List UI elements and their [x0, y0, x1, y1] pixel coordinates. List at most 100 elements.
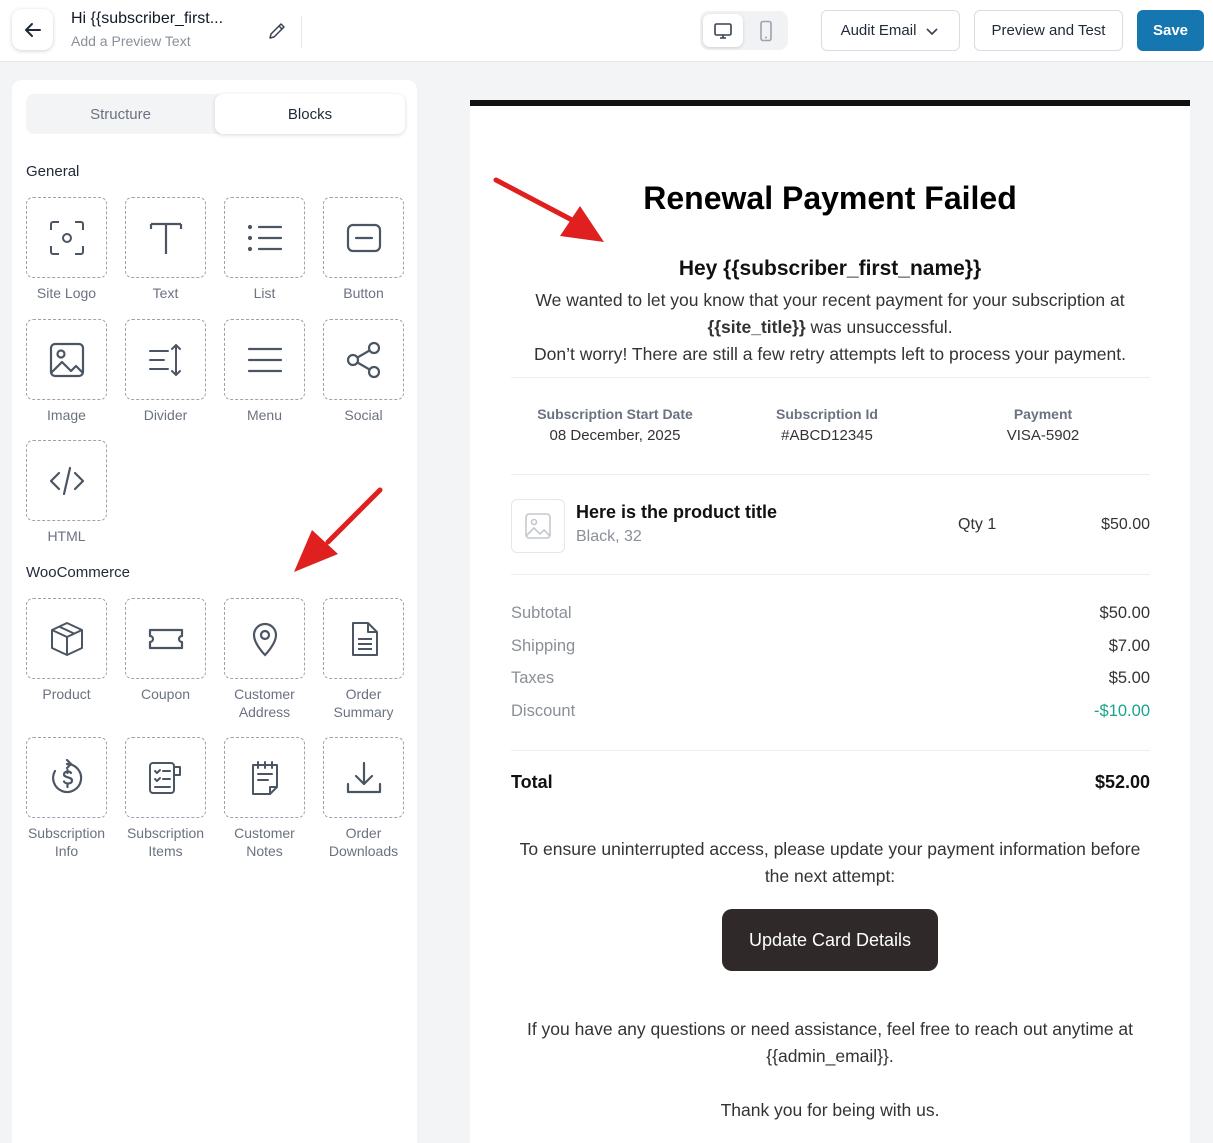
email-subject[interactable]: Hi {{subscriber_first... — [71, 10, 223, 28]
list-icon — [247, 224, 282, 251]
block-product[interactable]: Product — [26, 598, 107, 703]
block-label: Subscription Items — [126, 825, 205, 859]
ticket-icon — [148, 628, 183, 649]
mobile-view-button[interactable] — [746, 14, 786, 47]
audit-email-label: Audit Email — [840, 22, 917, 39]
thanks-text[interactable]: Thank you for being with us. — [511, 1097, 1149, 1124]
block-order-downloads[interactable]: Order Downloads — [323, 737, 404, 860]
block-list[interactable]: List — [224, 197, 305, 302]
info-value: #ABCD12345 — [781, 427, 873, 444]
edit-subject-button[interactable] — [266, 20, 288, 42]
summary-value: $5.00 — [1108, 669, 1150, 687]
summary-value: -$10.00 — [1094, 702, 1150, 720]
summary-row-discount: Discount -$10.00 — [511, 702, 1150, 721]
save-button[interactable]: Save — [1137, 10, 1204, 51]
block-label: Social — [344, 407, 383, 423]
block-social[interactable]: Social — [323, 319, 404, 424]
email-greeting[interactable]: Hey {{subscriber_first_name}} — [470, 257, 1190, 281]
block-label: Text — [152, 285, 179, 301]
image-icon — [49, 342, 84, 377]
block-button[interactable]: Button — [323, 197, 404, 302]
block-html[interactable]: HTML — [26, 440, 107, 545]
block-label: Menu — [246, 407, 283, 423]
general-section-title: General — [26, 163, 80, 180]
info-value: VISA-5902 — [1006, 427, 1080, 444]
button-icon — [346, 223, 381, 252]
back-button[interactable] — [12, 9, 53, 50]
preview-text-input[interactable]: Add a Preview Text — [71, 33, 191, 49]
info-heading: Subscription Start Date — [537, 406, 693, 422]
intro-line-2: was unsuccessful. — [805, 317, 953, 337]
section-divider — [511, 474, 1150, 475]
update-card-button[interactable]: Update Card Details — [722, 909, 938, 971]
greeting-text: Hey {{subscriber_first_name}} — [678, 257, 982, 280]
block-text[interactable]: Text — [125, 197, 206, 302]
block-label: Order Summary — [333, 686, 394, 720]
info-heading: Subscription Id — [776, 406, 878, 422]
total-label: Total — [511, 772, 553, 792]
summary-row-taxes: Taxes $5.00 — [511, 669, 1150, 688]
blocks-panel: Structure Blocks General Site Logo Text … — [12, 80, 417, 1143]
block-label: HTML — [47, 528, 86, 544]
summary-row-subtotal: Subtotal $50.00 — [511, 604, 1150, 623]
help-text[interactable]: If you have any questions or need assist… — [511, 1016, 1149, 1070]
panel-tabs: Structure Blocks — [26, 94, 405, 134]
email-intro[interactable]: We wanted to let you know that your rece… — [511, 287, 1149, 368]
block-label: Customer Address — [234, 686, 295, 720]
notepad-icon — [251, 760, 278, 795]
intro-line-1: We wanted to let you know that your rece… — [535, 290, 1125, 310]
block-label: Site Logo — [36, 285, 97, 301]
block-label: Customer Notes — [234, 825, 295, 859]
order-total-row: Total $52.00 — [511, 772, 1150, 793]
summary-value: $7.00 — [1108, 637, 1150, 655]
site-title-tag: {{site_title}} — [707, 317, 806, 337]
product-title: Here is the product title — [576, 502, 778, 522]
summary-label: Taxes — [511, 669, 555, 687]
email-canvas: Renewal Payment Failed Hey {{subscriber_… — [470, 100, 1190, 1143]
update-info-text[interactable]: To ensure uninterrupted access, please u… — [511, 836, 1149, 890]
document-icon — [351, 621, 378, 656]
block-menu[interactable]: Menu — [224, 319, 305, 424]
block-label: Product — [42, 686, 91, 702]
tab-structure[interactable]: Structure — [26, 94, 215, 134]
header-divider — [301, 16, 302, 48]
block-label: Divider — [143, 407, 188, 423]
audit-email-button[interactable]: Audit Email — [821, 10, 960, 51]
divider-icon — [148, 343, 181, 376]
preview-and-test-button[interactable]: Preview and Test — [974, 10, 1123, 51]
email-heading[interactable]: Renewal Payment Failed — [470, 180, 1190, 217]
site-logo-icon — [49, 220, 84, 255]
block-subscription-items[interactable]: Subscription Items — [125, 737, 206, 860]
total-value: $52.00 — [1094, 772, 1150, 792]
block-customer-address[interactable]: Customer Address — [224, 598, 305, 721]
location-pin-icon — [252, 622, 277, 657]
desktop-view-button[interactable] — [703, 14, 743, 47]
block-site-logo[interactable]: Site Logo — [26, 197, 107, 302]
block-divider[interactable]: Divider — [125, 319, 206, 424]
image-placeholder-icon — [525, 513, 551, 539]
checklist-icon — [148, 761, 181, 794]
summary-label: Discount — [511, 702, 576, 720]
code-icon — [49, 466, 84, 495]
block-label: Image — [47, 407, 86, 423]
product-variant: Black, 32 — [576, 528, 642, 545]
block-image[interactable]: Image — [26, 319, 107, 424]
info-heading: Payment — [1013, 406, 1073, 422]
tab-blocks[interactable]: Blocks — [215, 94, 405, 134]
block-label: Button — [343, 285, 384, 301]
block-coupon[interactable]: Coupon — [125, 598, 206, 703]
desktop-icon — [714, 22, 732, 39]
product-quantity: Qty 1 — [958, 516, 997, 533]
product-price: $50.00 — [1101, 516, 1150, 533]
block-order-summary[interactable]: Order Summary — [323, 598, 404, 721]
summary-row-shipping: Shipping $7.00 — [511, 637, 1150, 656]
subscription-start-date: Subscription Start Date 08 December, 202… — [511, 406, 719, 444]
summary-label: Shipping — [511, 637, 576, 655]
block-label: List — [253, 285, 276, 301]
recurring-dollar-icon — [51, 758, 82, 793]
subscription-id: Subscription Id #ABCD12345 — [732, 406, 922, 444]
block-subscription-info[interactable]: Subscription Info — [26, 737, 107, 860]
block-customer-notes[interactable]: Customer Notes — [224, 737, 305, 860]
block-label: Order Downloads — [328, 825, 399, 859]
mobile-icon — [760, 20, 772, 41]
